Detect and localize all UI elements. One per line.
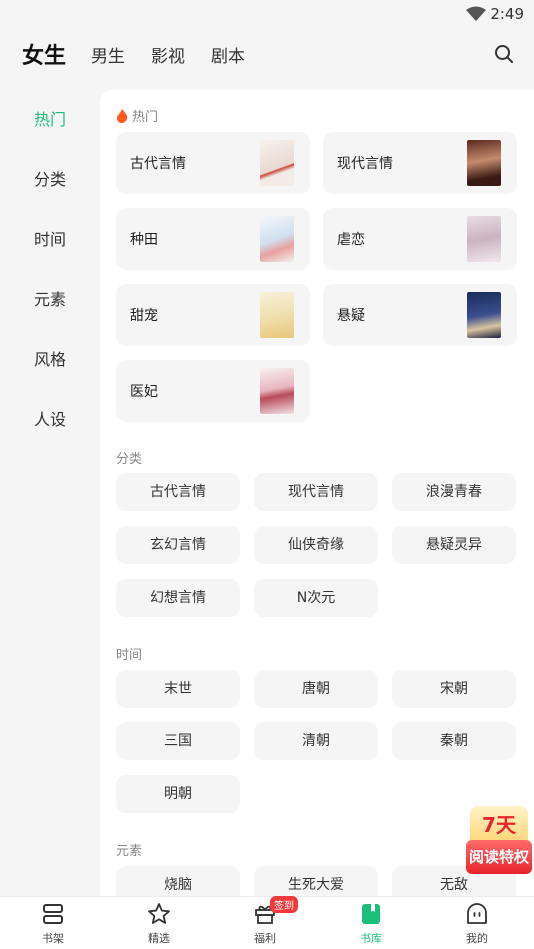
- profile-icon: [467, 903, 487, 924]
- hot-card[interactable]: 悬疑: [323, 284, 517, 346]
- hot-card[interactable]: 种田: [116, 208, 310, 270]
- book-cover: [467, 140, 501, 186]
- checkin-badge: 签到: [270, 896, 298, 913]
- section-title-time: 时间: [116, 648, 143, 663]
- time-chip[interactable]: 三国: [116, 722, 240, 760]
- top-nav: 女生 男生 影视 剧本: [0, 28, 534, 80]
- library-icon: [362, 904, 380, 924]
- time-chip[interactable]: 宋朝: [392, 670, 516, 708]
- tab-profile[interactable]: 我的: [424, 897, 530, 949]
- tab-bookshelf[interactable]: 书架: [0, 897, 106, 949]
- hot-card-label: 甜宠: [130, 308, 158, 324]
- sidebar-item-persona[interactable]: 人设: [0, 390, 100, 450]
- category-chip[interactable]: 古代言情: [116, 473, 240, 511]
- section-title-hot: 热门: [116, 106, 158, 125]
- status-bar: 2:49: [0, 0, 534, 28]
- book-cover: [260, 140, 294, 186]
- book-cover: [467, 292, 501, 338]
- hot-card[interactable]: 现代言情: [323, 132, 517, 194]
- promo-label: 阅读特权: [466, 840, 532, 874]
- time-chip[interactable]: 末世: [116, 670, 240, 708]
- hot-card-label: 悬疑: [337, 308, 365, 324]
- book-cover: [260, 292, 294, 338]
- reading-privilege-promo[interactable]: 7天 阅读特权: [466, 806, 532, 876]
- sidebar-item-time[interactable]: 时间: [0, 210, 100, 270]
- time-chip[interactable]: 清朝: [254, 722, 378, 760]
- tab-female[interactable]: 女生: [22, 38, 66, 70]
- time-chip[interactable]: 秦朝: [392, 722, 516, 760]
- hot-card-label: 古代言情: [130, 156, 186, 172]
- sidebar-item-category[interactable]: 分类: [0, 150, 100, 210]
- section-title-category: 分类: [116, 452, 143, 467]
- wifi-icon: [466, 6, 486, 21]
- book-cover: [467, 216, 501, 262]
- bottom-tab-bar: 书架 精选 签到 福利 书库 我的: [0, 896, 534, 949]
- tab-male[interactable]: 男生: [91, 42, 125, 67]
- section-title-element: 元素: [116, 844, 143, 859]
- book-cover: [260, 368, 294, 414]
- time-chip[interactable]: 明朝: [116, 775, 240, 813]
- category-chip[interactable]: 仙侠奇缘: [254, 526, 378, 564]
- search-icon[interactable]: [494, 44, 514, 64]
- category-chip[interactable]: 浪漫青春: [392, 473, 516, 511]
- tab-film[interactable]: 影视: [151, 42, 185, 67]
- sidebar-item-hot[interactable]: 热门: [0, 90, 100, 150]
- hot-card[interactable]: 医妃: [116, 360, 310, 422]
- status-time: 2:49: [490, 5, 524, 23]
- category-chip[interactable]: 玄幻言情: [116, 526, 240, 564]
- star-icon: [148, 903, 170, 924]
- content-panel: 热门 古代言情 现代言情 种田 虐恋 甜宠 悬疑 医妃 分类 古代言情 现代言情…: [100, 90, 534, 896]
- fire-icon: [117, 109, 128, 123]
- book-cover: [260, 216, 294, 262]
- category-chip[interactable]: N次元: [254, 579, 378, 617]
- hot-card-label: 虐恋: [337, 232, 365, 248]
- sidebar: 热门 分类 时间 元素 风格 人设: [0, 90, 100, 450]
- category-chip[interactable]: 幻想言情: [116, 579, 240, 617]
- sidebar-item-style[interactable]: 风格: [0, 330, 100, 390]
- element-chip[interactable]: 烧脑: [116, 866, 240, 896]
- category-chip[interactable]: 悬疑灵异: [392, 526, 516, 564]
- hot-card-label: 医妃: [130, 384, 158, 400]
- sidebar-item-element[interactable]: 元素: [0, 270, 100, 330]
- tab-featured[interactable]: 精选: [106, 897, 212, 949]
- hot-card[interactable]: 虐恋: [323, 208, 517, 270]
- promo-days: 7天: [470, 806, 528, 842]
- tab-welfare[interactable]: 签到 福利: [212, 896, 318, 949]
- tab-library[interactable]: 书库: [318, 897, 424, 949]
- hot-card[interactable]: 古代言情: [116, 132, 310, 194]
- tab-script[interactable]: 剧本: [211, 42, 245, 67]
- bookshelf-icon: [43, 904, 63, 924]
- category-chip[interactable]: 现代言情: [254, 473, 378, 511]
- hot-card[interactable]: 甜宠: [116, 284, 310, 346]
- element-chip[interactable]: 生死大爱: [254, 866, 378, 896]
- hot-card-label: 种田: [130, 232, 158, 248]
- hot-card-label: 现代言情: [337, 156, 393, 172]
- time-chip[interactable]: 唐朝: [254, 670, 378, 708]
